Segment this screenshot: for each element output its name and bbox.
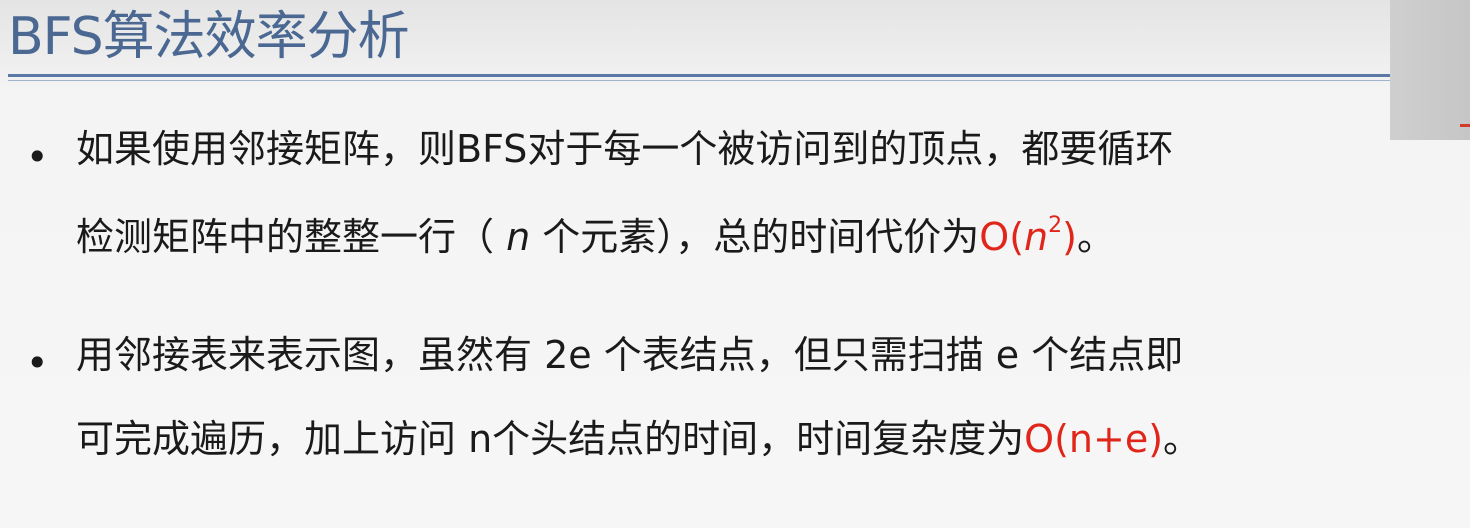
text-segment: 可完成遍历，加上访问 n个头结点的时间，时间复杂度为 [76,417,1025,461]
bullet-text-line: 可完成遍历，加上访问 n个头结点的时间，时间复杂度为O(n+e)。 [76,402,1201,476]
text-segment: 个元素），总的时间代价为 [530,215,980,259]
bullet-text-line: 检测矩阵中的整整一行（ n 个元素），总的时间代价为O(n2)。 [76,200,1115,274]
bullet-text-line: 用邻接表来表示图，虽然有 2e 个表结点，但只需扫描 e 个结点即 [76,333,1184,377]
formula-exponent: 2 [1048,213,1063,239]
title-underline [8,74,1392,77]
text-segment: 检测矩阵中的整整一行（ [76,215,507,259]
text-segment: 。 [1163,417,1202,461]
title-underline-thin [8,80,1392,81]
bullet-marker: • [26,341,49,385]
complexity-formula: O(n+e) [1024,417,1164,461]
bullet-text-line: 如果使用邻接矩阵，则BFS对于每一个被访问到的顶点，都要循环 [76,127,1174,171]
bullet-item-adjacency-matrix: • 如果使用邻接矩阵，则BFS对于每一个被访问到的顶点，都要循环 检测矩阵中的整… [26,112,1466,272]
text-segment: 。 [1076,215,1115,259]
page-title: BFS算法效率分析 [8,7,410,67]
slide: BFS算法效率分析 • 如果使用邻接矩阵，则BFS对于每一个被访问到的顶点，都要… [0,0,1470,528]
formula-open: O( [979,215,1025,259]
bullet-item-adjacency-list: • 用邻接表来表示图，虽然有 2e 个表结点，但只需扫描 e 个结点即 可完成遍… [26,318,1466,478]
complexity-formula: O(n2) [979,215,1077,259]
variable-n: n [506,215,531,259]
bullet-marker: • [26,135,49,179]
formula-var: n [1024,215,1049,259]
formula-close: ) [1062,215,1077,259]
